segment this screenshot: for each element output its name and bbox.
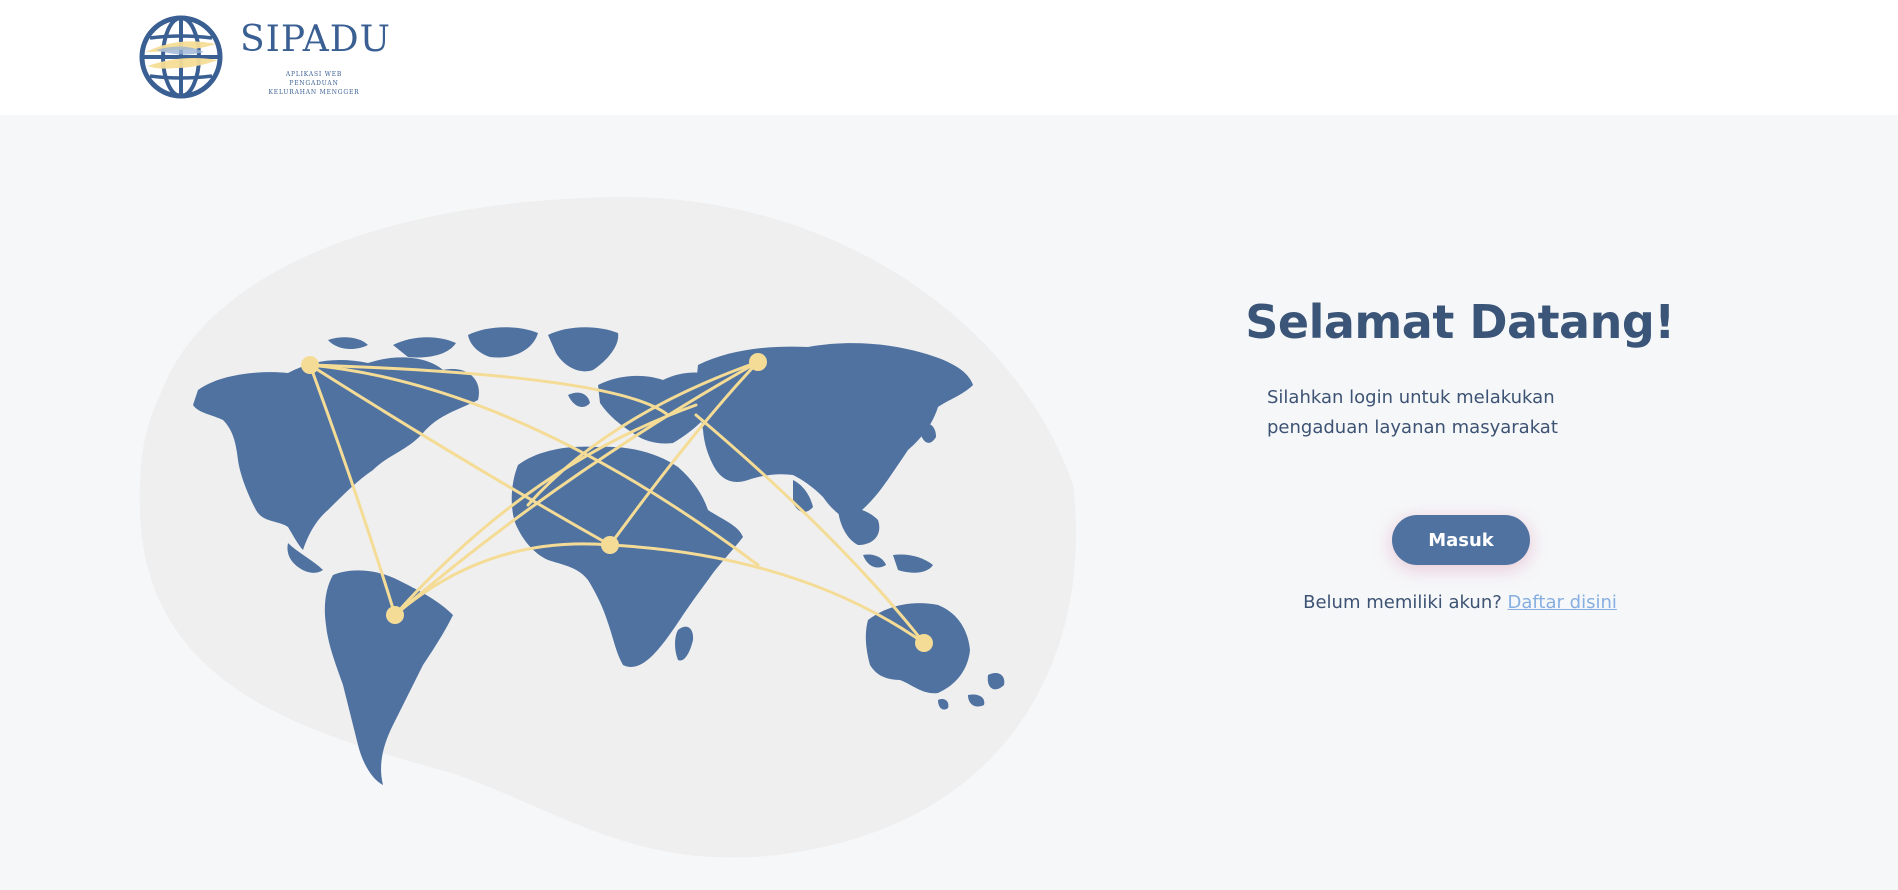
tagline-line: APLIKASI WEB [285,71,343,78]
sipadu-logo[interactable]: SIPADU APLIKASI WEB PENGADUAN KELURAHAN … [138,14,392,102]
navbar: SIPADU APLIKASI WEB PENGADUAN KELURAHAN … [0,0,1898,115]
welcome-title: Selamat Datang! [1245,295,1675,349]
welcome-description: Silahkan login untuk melakukan pengaduan… [1267,387,1558,438]
world-map-illustration [138,175,1078,875]
brand-name: SIPADU [240,19,392,60]
brand-tagline: APLIKASI WEB PENGADUAN KELURAHAN MENGGER [256,70,372,97]
register-link[interactable]: Daftar disini [1508,592,1617,613]
login-button[interactable]: Masuk [1392,515,1530,565]
globe-icon [139,15,223,99]
register-prompt-text: Belum memiliki akun? [1303,592,1502,613]
world-map [193,327,1005,785]
register-prompt: Belum memiliki akun? Daftar disini [1230,592,1690,613]
tagline-line: KELURAHAN MENGGER [268,89,360,96]
main-content: Selamat Datang! Silahkan login untuk mel… [0,115,1898,890]
tagline-line: PENGADUAN [289,80,339,87]
